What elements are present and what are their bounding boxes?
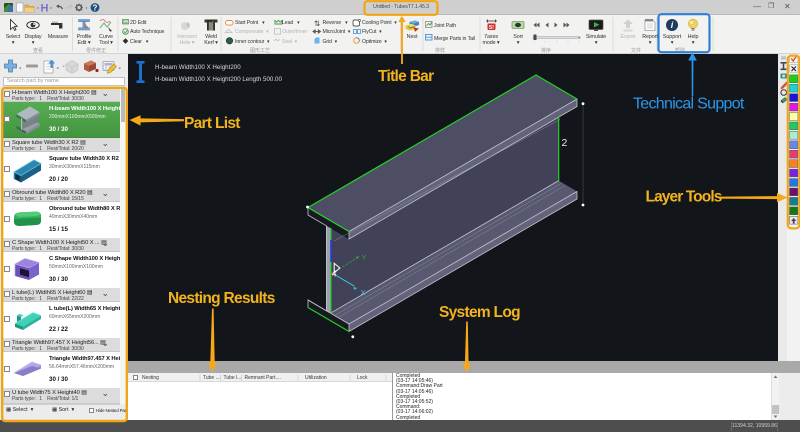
svg-text:Part List: Part List: [184, 115, 240, 132]
svg-text:2: 2: [562, 137, 568, 149]
svg-text:X: X: [361, 288, 366, 297]
svg-text:4: 4: [332, 269, 337, 279]
svg-text:System Log: System Log: [439, 304, 520, 321]
svg-text:Title Bar: Title Bar: [378, 68, 434, 85]
svg-text:Nesting Results: Nesting Results: [168, 290, 275, 307]
svg-text:Technical Suppot: Technical Suppot: [633, 96, 745, 113]
svg-text:Y: Y: [362, 253, 367, 262]
svg-text:Layer Tools: Layer Tools: [646, 189, 722, 206]
